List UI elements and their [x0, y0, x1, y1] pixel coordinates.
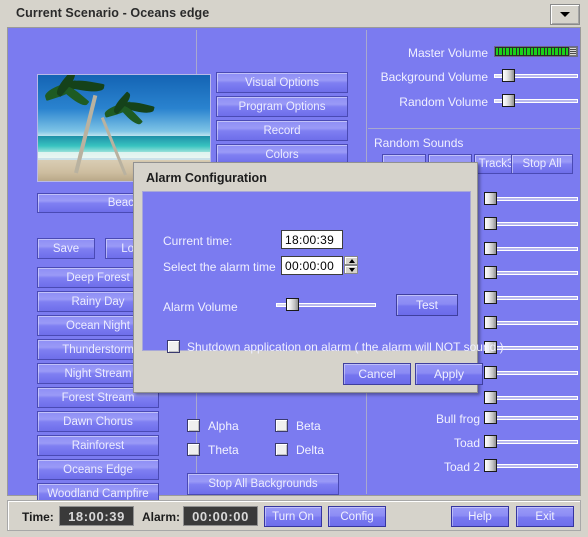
- config-button[interactable]: Config: [328, 506, 386, 527]
- scenario-dropdown-button[interactable]: [550, 4, 580, 25]
- alarm-configuration-dialog: Alarm Configuration Current time: 18:00:…: [133, 162, 504, 393]
- status-alarm-value: 00:00:00: [183, 506, 258, 526]
- alarm-test-button[interactable]: Test: [396, 294, 458, 316]
- shutdown-on-alarm-label: Shutdown application on alarm ( the alar…: [187, 340, 504, 354]
- application-window: Current Scenario - Oceans edge Beach Sav…: [0, 0, 588, 537]
- slider-thumb[interactable]: [286, 298, 299, 311]
- sound-slider-toad[interactable]: [458, 435, 578, 448]
- slider-thumb[interactable]: [484, 459, 497, 472]
- slider-thumb[interactable]: [484, 192, 497, 205]
- right-panel-divider: [368, 128, 580, 129]
- scenario-button-rainforest[interactable]: Rainforest: [37, 435, 159, 456]
- slider-track: [298, 303, 376, 307]
- slider-track: [492, 464, 578, 468]
- scenario-button-dawn-chorus[interactable]: Dawn Chorus: [37, 411, 159, 432]
- slider-thumb[interactable]: [484, 435, 497, 448]
- slider-thumb[interactable]: [484, 391, 497, 404]
- alarm-time-label: Select the alarm time: [163, 260, 276, 274]
- checkbox-label-alpha: Alpha: [208, 419, 239, 433]
- checkbox-beta[interactable]: [275, 419, 288, 432]
- alarm-time-spinner[interactable]: [344, 256, 358, 275]
- slider-track: [492, 321, 578, 325]
- alarm-volume-label: Alarm Volume: [163, 300, 238, 314]
- exit-button[interactable]: Exit: [516, 506, 574, 527]
- random-sounds-label: Random Sounds: [374, 136, 464, 150]
- master-volume-meter: [494, 46, 578, 57]
- page-title: Current Scenario - Oceans edge: [16, 6, 210, 20]
- caret-down-icon: [349, 268, 355, 272]
- slider-track: [492, 440, 578, 444]
- slider-track: [492, 197, 578, 201]
- sound-slider-bull-frog[interactable]: [458, 411, 578, 424]
- status-bar: Time: 18:00:39 Alarm: 00:00:00 Turn On C…: [7, 500, 581, 531]
- program-options-button[interactable]: Program Options: [216, 96, 348, 117]
- alarm-volume-slider[interactable]: [276, 298, 376, 311]
- random-volume-label: Random Volume: [399, 95, 488, 109]
- slider-thumb[interactable]: [502, 94, 515, 107]
- scenario-button-oceans-edge[interactable]: Oceans Edge: [37, 459, 159, 480]
- checkbox-delta[interactable]: [275, 443, 288, 456]
- status-time-value: 18:00:39: [59, 506, 134, 526]
- master-volume-label: Master Volume: [407, 46, 488, 60]
- spinner-up-button[interactable]: [344, 256, 358, 265]
- dialog-body: Current time: 18:00:39 Select the alarm …: [142, 191, 504, 354]
- background-volume-label: Background Volume: [380, 70, 488, 84]
- checkbox-alpha[interactable]: [187, 419, 200, 432]
- checkbox-shutdown-on-alarm[interactable]: [167, 340, 180, 353]
- slider-track: [514, 74, 578, 78]
- current-time-label: Current time:: [163, 234, 233, 248]
- slider-thumb[interactable]: [484, 217, 497, 230]
- background-volume-slider[interactable]: [494, 69, 578, 82]
- slider-track: [492, 346, 578, 350]
- slider-thumb[interactable]: [484, 411, 497, 424]
- record-button[interactable]: Record: [216, 120, 348, 141]
- slider-thumb[interactable]: [484, 291, 497, 304]
- caret-up-icon: [349, 259, 355, 263]
- meter-grip-icon: [569, 47, 577, 56]
- slider-track: [492, 271, 578, 275]
- status-time-label: Time:: [22, 510, 54, 524]
- slider-thumb[interactable]: [484, 316, 497, 329]
- checkbox-theta[interactable]: [187, 443, 200, 456]
- checkbox-label-theta: Theta: [208, 443, 239, 457]
- dialog-apply-button[interactable]: Apply: [415, 363, 483, 385]
- slider-thumb[interactable]: [502, 69, 515, 82]
- checkbox-label-delta: Delta: [296, 443, 325, 457]
- chevron-down-icon: [560, 12, 570, 17]
- dialog-cancel-button[interactable]: Cancel: [343, 363, 411, 385]
- sound-slider-toad-2[interactable]: [458, 459, 578, 472]
- slider-track: [492, 396, 578, 400]
- random-stop-all-button[interactable]: Stop All: [511, 154, 573, 174]
- title-bar: Current Scenario - Oceans edge: [0, 0, 588, 27]
- alarm-time-input[interactable]: 00:00:00: [281, 256, 343, 275]
- slider-track: [492, 247, 578, 251]
- slider-track: [514, 99, 578, 103]
- slider-thumb[interactable]: [484, 266, 497, 279]
- visual-options-button[interactable]: Visual Options: [216, 72, 348, 93]
- slider-track: [492, 416, 578, 420]
- random-volume-slider[interactable]: [494, 94, 578, 107]
- checkbox-label-beta: Beta: [296, 419, 321, 433]
- slider-thumb[interactable]: [484, 366, 497, 379]
- current-time-display: 18:00:39: [281, 230, 343, 249]
- dialog-title: Alarm Configuration: [146, 171, 267, 185]
- help-button[interactable]: Help: [451, 506, 509, 527]
- turn-on-button[interactable]: Turn On: [264, 506, 322, 527]
- save-button[interactable]: Save: [37, 238, 95, 259]
- slider-track: [492, 371, 578, 375]
- status-alarm-label: Alarm:: [142, 510, 181, 524]
- spinner-down-button[interactable]: [344, 265, 358, 274]
- stop-all-backgrounds-button[interactable]: Stop All Backgrounds: [187, 473, 339, 495]
- slider-thumb[interactable]: [484, 242, 497, 255]
- slider-track: [492, 222, 578, 226]
- slider-track: [492, 296, 578, 300]
